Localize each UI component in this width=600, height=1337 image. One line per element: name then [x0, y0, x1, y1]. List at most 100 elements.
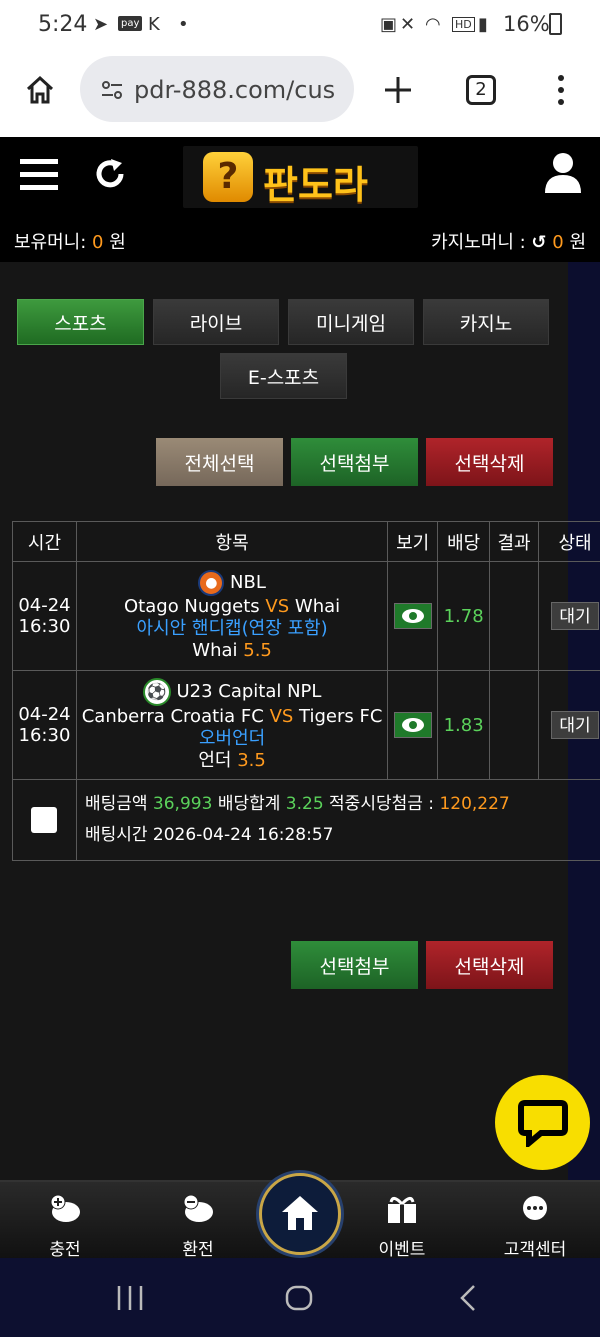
nav-charge-label: 충전: [49, 1240, 81, 1260]
nav-support[interactable]: 고객센터: [490, 1194, 580, 1260]
bet-amount-label: 배팅금액: [84, 794, 148, 814]
col-status: 상태: [538, 521, 600, 562]
casino-money-value: 0: [552, 232, 564, 253]
casino-money-unit: 원: [569, 232, 586, 253]
row-time: 04-24 16:30: [12, 561, 77, 671]
chat-button[interactable]: [495, 1075, 590, 1170]
site-logo[interactable]: ? 판도라: [183, 146, 418, 208]
tab-switcher[interactable]: 2: [466, 75, 496, 105]
signal-icon: ▮: [478, 14, 488, 35]
back-icon[interactable]: [458, 1284, 478, 1312]
holding-money: 보유머니: 0 원: [14, 228, 126, 254]
recent-apps-icon[interactable]: [116, 1286, 144, 1310]
piggy-minus-icon: [183, 1194, 213, 1222]
row-clock: 16:30: [18, 725, 71, 746]
view-eye-button[interactable]: [393, 712, 432, 738]
league-line: ● NBL: [77, 570, 387, 596]
payout-label: 적중시당첨금 :: [329, 794, 435, 814]
gift-icon: [388, 1197, 416, 1223]
summary-row: 배팅금액 36,993 배당합계 3.25 적중시당첨금 : 120,227 배…: [12, 779, 600, 861]
telegram-icon: ➤: [93, 14, 109, 35]
nav-exchange[interactable]: 환전: [153, 1194, 243, 1260]
table-header-row: 시간 항목 보기 배당 결과 상태: [12, 521, 600, 562]
view-eye-button[interactable]: [393, 603, 432, 629]
league-name: U23 Capital NPL: [176, 681, 322, 702]
pick-line: Whai 5.5: [77, 640, 387, 662]
row-result: [489, 561, 540, 671]
market-name: 아시안 핸디캡(연장 포함): [136, 618, 328, 639]
select-checkbox[interactable]: [31, 807, 58, 833]
new-tab-icon[interactable]: [383, 75, 413, 105]
bet-slip-table: 시간 항목 보기 배당 결과 상태 04-24 16:30 ● NBL Otago…: [12, 521, 600, 861]
url-text: pdr-888.com/cus: [134, 76, 336, 104]
row-date: 04-24: [18, 704, 71, 725]
hd-voice-icon: HD: [452, 17, 475, 32]
dot-icon: •: [178, 14, 189, 35]
tab-casino[interactable]: 카지노: [423, 299, 549, 345]
refresh-icon[interactable]: [93, 157, 127, 191]
row-clock: 16:30: [18, 616, 71, 637]
delete-selected-button[interactable]: 선택삭제: [426, 438, 553, 486]
tab-esports[interactable]: E-스포츠: [220, 353, 347, 399]
tab-minigame[interactable]: 미니게임: [288, 299, 414, 345]
more-menu-icon[interactable]: [553, 74, 569, 106]
tab-count: 2: [475, 79, 487, 100]
nav-exchange-label: 환전: [182, 1240, 214, 1260]
pick-value: 3.5: [237, 750, 266, 771]
attach-selected-button[interactable]: 선택첨부: [291, 438, 418, 486]
summary-line-2: 배팅시간 2026-04-24 16:28:57: [85, 820, 600, 851]
clock: 5:24: [38, 12, 88, 37]
holding-money-value: 0: [92, 232, 104, 253]
league-line: ⚽ U23 Capital NPL: [77, 678, 387, 706]
casino-money: 카지노머니 : ↺ 0 원: [431, 228, 586, 254]
pick-line: 언더 3.5: [77, 750, 387, 772]
home-icon[interactable]: [24, 74, 56, 106]
row-status: 대기: [538, 561, 600, 671]
bet-amount: 36,993: [152, 794, 213, 814]
vs-label: VS: [269, 706, 294, 727]
user-profile-icon[interactable]: [544, 151, 582, 193]
site-settings-icon[interactable]: [100, 78, 124, 102]
nav-support-label: 고객센터: [503, 1240, 567, 1260]
browser-toolbar: pdr-888.com/cus 2: [0, 52, 600, 137]
piggy-plus-icon: [50, 1194, 80, 1222]
col-odds: 배당: [437, 521, 491, 562]
away-team: Tigers FC: [299, 706, 383, 727]
nav-event[interactable]: 이벤트: [357, 1194, 447, 1260]
summary-info: 배팅금액 36,993 배당합계 3.25 적중시당첨금 : 120,227 배…: [75, 779, 600, 861]
col-time: 시간: [12, 521, 77, 562]
site-header: ? 판도라: [0, 137, 600, 224]
match-line: Otago Nuggets VS Whai: [77, 596, 387, 618]
league-name: NBL: [230, 572, 266, 593]
chat-bubble-icon: [518, 1100, 568, 1147]
home-icon: [282, 1196, 318, 1230]
tab-live[interactable]: 라이브: [153, 299, 279, 345]
home-circle-icon[interactable]: [285, 1285, 313, 1311]
col-result: 결과: [489, 521, 540, 562]
lock-icon: ▣: [380, 14, 398, 35]
nav-charge[interactable]: 충전: [20, 1194, 110, 1260]
row-odds: 1.83: [437, 670, 491, 780]
address-bar[interactable]: pdr-888.com/cus: [80, 56, 354, 122]
hamburger-menu-icon[interactable]: [20, 159, 58, 191]
soccer-ball-icon: ⚽: [142, 678, 171, 706]
row-view: [387, 670, 439, 780]
home-button[interactable]: [259, 1173, 341, 1255]
odds-total-label: 배당합계: [217, 794, 281, 814]
attach-selected-button-bottom[interactable]: 선택첨부: [291, 941, 418, 989]
delete-selected-button-bottom[interactable]: 선택삭제: [426, 941, 553, 989]
pick-name: 언더: [198, 750, 232, 771]
wifi-icon: ◠: [425, 14, 441, 35]
row-time: 04-24 16:30: [12, 670, 77, 780]
status-bar: 5:24 ➤ pay K • ▣ ✕ ◠ HD ▮ 16%: [0, 0, 600, 52]
k-icon: K: [148, 14, 160, 35]
pick-value: 5.5: [243, 640, 272, 661]
casino-refresh-icon[interactable]: ↺: [531, 232, 546, 253]
bet-time: 2026-04-24 16:28:57: [152, 825, 334, 845]
battery-icon: [549, 13, 562, 35]
headset-chat-icon: [523, 1196, 547, 1220]
select-all-button[interactable]: 전체선택: [156, 438, 283, 486]
eye-icon: [401, 718, 424, 732]
tab-sports[interactable]: 스포츠: [17, 299, 144, 345]
match-line: Canberra Croatia FC VS Tigers FC: [77, 706, 387, 728]
